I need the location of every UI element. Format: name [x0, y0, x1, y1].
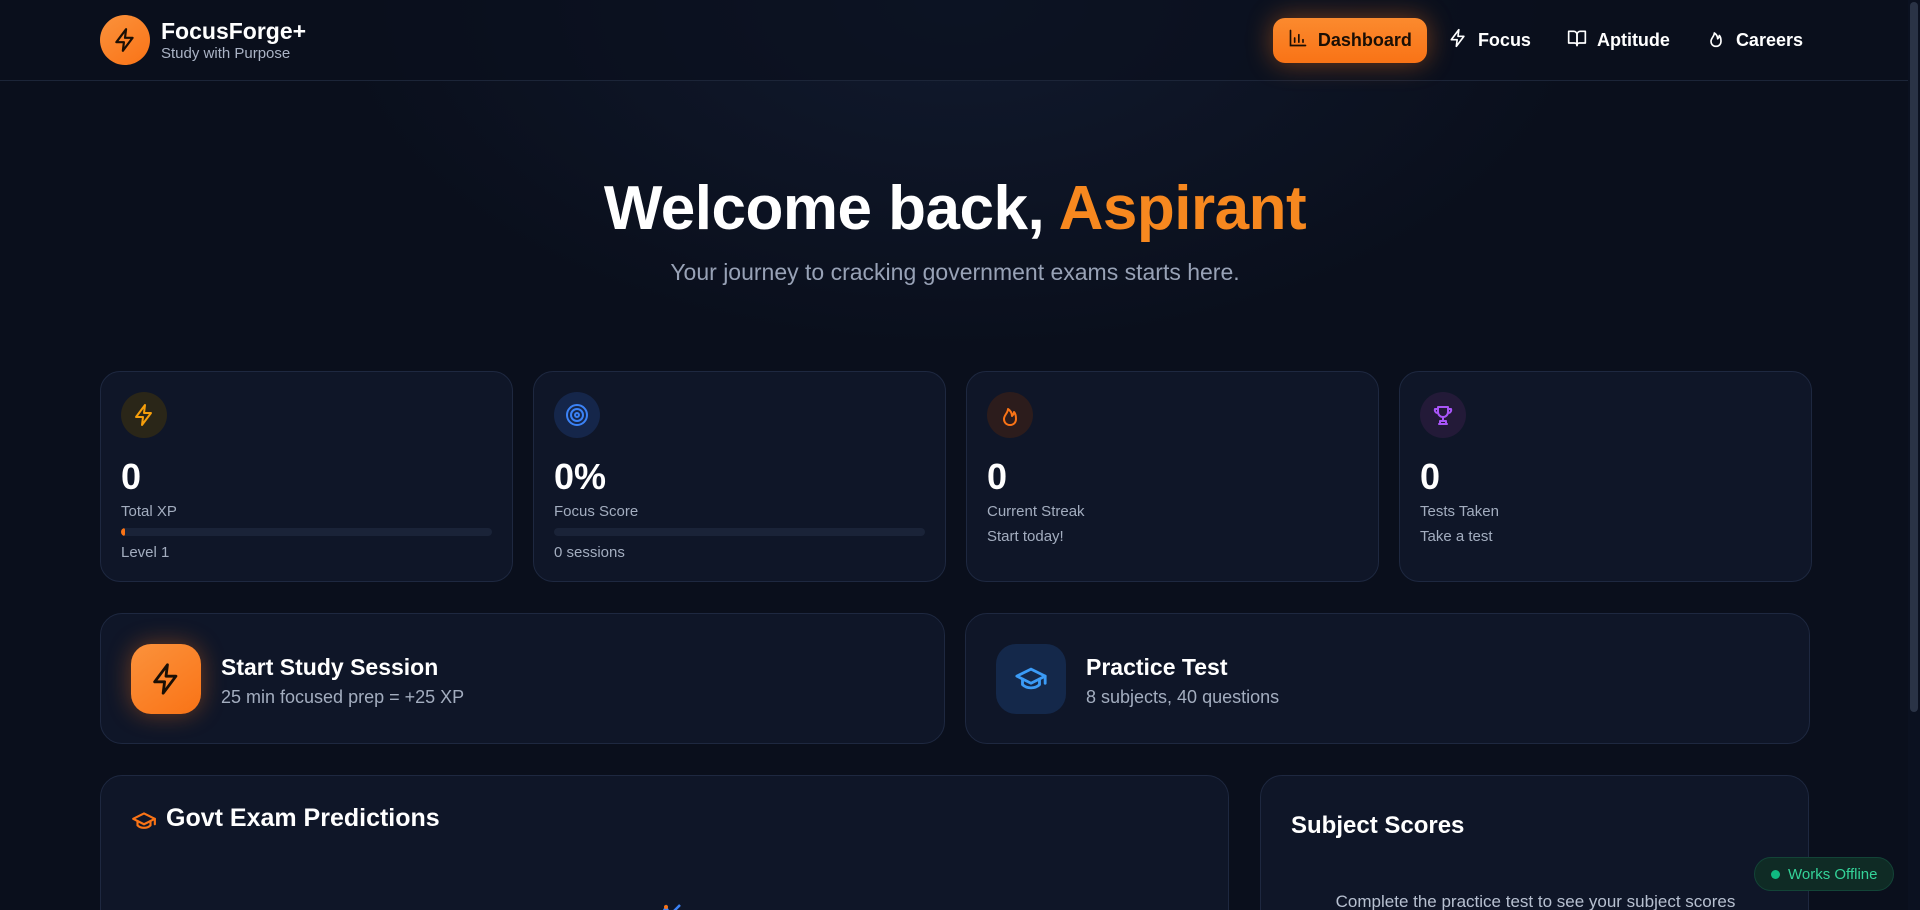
stat-card-focus-score: 0% Focus Score 0 sessions [533, 371, 946, 582]
nav-dashboard[interactable]: Dashboard [1272, 18, 1427, 63]
stat-footer: Take a test [1420, 528, 1493, 545]
scrollbar-thumb[interactable] [1910, 2, 1918, 712]
stat-value: 0 [121, 456, 142, 497]
stat-label: Tests Taken [1420, 503, 1499, 520]
chart-icon [654, 903, 682, 910]
page-scrollbar[interactable] [1908, 0, 1920, 910]
stat-footer: Start today! [987, 528, 1064, 545]
panel-title: Subject Scores [1291, 812, 1465, 839]
stat-footer: 0 sessions [554, 544, 625, 561]
action-subtitle: 25 min focused prep = +25 XP [221, 687, 465, 707]
nav-aptitude-label: Aptitude [1596, 30, 1670, 50]
target-icon [554, 392, 600, 438]
graduation-cap-icon [131, 808, 157, 839]
stat-value: 0% [554, 456, 607, 497]
govt-exam-predictions-panel: Govt Exam Predictions [100, 775, 1229, 910]
status-dot-icon [1771, 869, 1780, 879]
start-study-session-card[interactable]: Start Study Session 25 min focused prep … [100, 613, 945, 744]
brand-text: FocusForge+ Study with Purpose [161, 18, 306, 63]
trophy-icon [1420, 392, 1466, 438]
xp-progress-fill [121, 528, 125, 536]
zap-icon [121, 392, 167, 438]
stat-label: Total XP [121, 503, 177, 520]
subject-scores-panel: Subject Scores Complete the practice tes… [1260, 775, 1809, 910]
nav-careers[interactable]: Careers [1691, 18, 1818, 63]
offline-label: Works Offline [1788, 865, 1878, 883]
graduation-cap-icon [996, 644, 1066, 714]
stat-card-tests-taken: 0 Tests Taken Take a test [1399, 371, 1812, 582]
stat-card-total-xp: 0 Total XP Level 1 [100, 371, 513, 582]
welcome-subtitle: Your journey to cracking government exam… [670, 259, 1240, 285]
xp-progress-bar [121, 528, 492, 536]
nav-focus-label: Focus [1477, 30, 1531, 50]
zap-icon [100, 15, 150, 65]
zap-icon [1448, 28, 1468, 53]
nav-focus[interactable]: Focus [1433, 18, 1546, 63]
welcome-heading: Welcome back, Aspirant [0, 173, 1910, 244]
panel-title: Govt Exam Predictions [166, 804, 440, 832]
stat-value: 0 [987, 456, 1008, 497]
action-subtitle: 8 subjects, 40 questions [1086, 687, 1280, 707]
welcome-name: Aspirant [1058, 174, 1307, 243]
action-title: Practice Test [1086, 654, 1228, 680]
brand-name: FocusForge+ [161, 17, 307, 44]
stat-footer: Level 1 [121, 544, 170, 561]
action-title: Start Study Session [221, 654, 439, 680]
welcome-prefix: Welcome back, [603, 174, 1059, 243]
book-open-icon [1567, 28, 1587, 53]
focus-progress-bar [554, 528, 925, 536]
stat-card-current-streak: 0 Current Streak Start today! [966, 371, 1379, 582]
nav-careers-label: Careers [1735, 30, 1803, 50]
flame-icon [1706, 28, 1726, 53]
zap-icon [131, 644, 201, 714]
subject-scores-empty-message: Complete the practice test to see your s… [1335, 892, 1736, 910]
nav-dashboard-label: Dashboard [1317, 30, 1412, 50]
bar-chart-icon [1288, 28, 1308, 53]
nav-aptitude[interactable]: Aptitude [1552, 18, 1685, 63]
top-header: FocusForge+ Study with Purpose Dashboard… [0, 0, 1920, 81]
practice-test-card[interactable]: Practice Test 8 subjects, 40 questions [965, 613, 1810, 744]
stat-label: Focus Score [554, 503, 639, 520]
brand-tagline: Study with Purpose [161, 44, 291, 62]
brand[interactable]: FocusForge+ Study with Purpose [100, 15, 306, 65]
works-offline-badge[interactable]: Works Offline [1754, 857, 1895, 891]
stat-label: Current Streak [987, 503, 1085, 520]
flame-icon [987, 392, 1033, 438]
main-nav: Dashboard Focus Aptitude Careers [1272, 18, 1818, 63]
stat-value: 0 [1420, 456, 1441, 497]
